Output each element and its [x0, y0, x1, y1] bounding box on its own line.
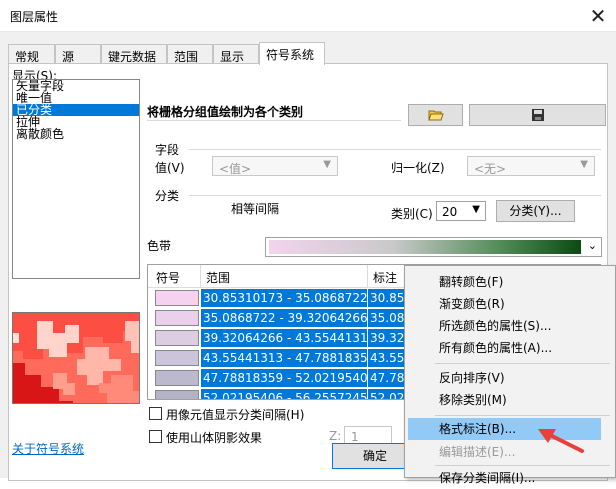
display-list[interactable]: 矢量字段 唯一值 已分类 拉伸 离散颜色 — [12, 79, 140, 279]
menu-separator — [435, 415, 610, 416]
color-ramp-combo[interactable]: ⌄ — [265, 237, 602, 257]
value-combo[interactable]: <值> ▼ — [212, 156, 338, 176]
normalize-label: 归一化(Z) — [391, 161, 445, 175]
range-cell[interactable]: 35.0868722 - 39.32064266 — [201, 309, 367, 327]
range-cell[interactable]: 47.78818359 - 52.02195406 — [201, 369, 367, 387]
hillshade-checkbox[interactable] — [149, 430, 162, 443]
symbol-swatch[interactable] — [155, 370, 199, 386]
symbol-swatch[interactable] — [155, 350, 199, 366]
tab-display[interactable]: 显示 — [213, 44, 259, 64]
tab-symbology[interactable]: 符号系统 — [259, 42, 325, 65]
menu-separator — [435, 465, 610, 466]
menu-item-selected-color-props[interactable]: 所选颜色的属性(S)... — [405, 315, 615, 337]
symbol-swatch[interactable] — [155, 310, 199, 326]
tab-extent[interactable]: 范围 — [167, 44, 213, 64]
header-underline — [147, 120, 401, 121]
classes-label: 类别(C) — [391, 207, 433, 221]
symbol-swatch[interactable] — [155, 330, 199, 346]
folder-open-icon — [427, 110, 444, 121]
menu-item-save-intervals[interactable]: 保存分类间隔(I)... — [405, 467, 615, 489]
classification-group-line — [189, 195, 601, 196]
tab-source[interactable]: 源 — [55, 44, 101, 64]
menu-item-flip-colors[interactable]: 翻转颜色(F) — [405, 271, 615, 293]
tab-general[interactable]: 常规 — [8, 44, 55, 64]
value-label: 值(V) — [155, 161, 185, 175]
classification-method: 相等间隔 — [231, 202, 280, 216]
menu-separator — [435, 363, 610, 364]
range-cell[interactable]: 52.02195406 - 56.25572453 — [201, 389, 367, 399]
symbol-swatch[interactable] — [155, 390, 199, 399]
about-symbology-link[interactable]: 关于符号系统 — [12, 440, 84, 457]
chevron-down-icon: ▼ — [580, 159, 588, 170]
chevron-down-icon: ⌄ — [587, 239, 597, 252]
z-label: Z: — [329, 429, 342, 443]
color-ramp-label: 色带 — [147, 239, 172, 253]
display-item-discrete-color[interactable]: 离散颜色 — [13, 128, 139, 140]
title-bar: 图层属性 ✕ — [0, 0, 616, 32]
value-combo-text: <值> — [219, 162, 252, 176]
menu-item-remove-class[interactable]: 移除类别(M) — [405, 389, 615, 411]
header-symbol[interactable]: 符号 — [156, 269, 180, 286]
tab-key-metadata[interactable]: 键元数据 — [101, 44, 167, 64]
preview-image — [13, 313, 139, 403]
header-divider — [200, 265, 201, 288]
range-cell[interactable]: 30.85310173 - 35.0868722 — [201, 289, 367, 307]
menu-item-ramp-colors[interactable]: 渐变颜色(R) — [405, 293, 615, 315]
classes-combo[interactable]: 20 ▼ — [436, 201, 486, 221]
chevron-down-icon: ▼ — [472, 204, 480, 215]
open-layer-button[interactable] — [408, 104, 463, 126]
pixel-intervals-checkbox[interactable] — [149, 407, 162, 420]
symbol-swatch[interactable] — [155, 290, 199, 306]
range-cell[interactable]: 43.55441313 - 47.7881835 — [201, 349, 367, 367]
header-divider — [367, 265, 368, 288]
panel-header-title: 将栅格分组值绘制为各个类别 — [147, 105, 304, 119]
normalize-combo-text: <无> — [474, 162, 507, 176]
classification-group-label: 分类 — [155, 189, 180, 203]
classify-button[interactable]: 分类(Y)... — [496, 200, 575, 222]
header-range[interactable]: 范围 — [206, 269, 230, 286]
menu-item-all-color-props[interactable]: 所有颜色的属性(A)... — [405, 337, 615, 359]
preview-thumbnail — [12, 312, 140, 404]
field-group-label: 字段 — [155, 143, 180, 157]
classes-combo-text: 20 — [442, 205, 458, 219]
range-cell[interactable]: 39.32064266 - 43.55441313 — [201, 329, 367, 347]
window-title: 图层属性 — [10, 10, 59, 24]
close-icon[interactable]: ✕ — [586, 4, 610, 28]
field-group-line — [189, 149, 601, 150]
save-icon — [531, 109, 544, 121]
header-label[interactable]: 标注 — [373, 269, 397, 286]
pixel-intervals-label: 用像元值显示分类间隔(H) — [166, 408, 305, 422]
save-layer-button[interactable] — [469, 104, 606, 126]
red-arrow-icon — [538, 429, 584, 453]
normalize-combo[interactable]: <无> ▼ — [467, 156, 595, 176]
menu-item-reverse-sorting[interactable]: 反向排序(V) — [405, 367, 615, 389]
hillshade-label: 使用山体阴影效果 — [166, 431, 263, 445]
chevron-down-icon: ▼ — [323, 159, 331, 170]
color-ramp-preview — [269, 240, 581, 254]
